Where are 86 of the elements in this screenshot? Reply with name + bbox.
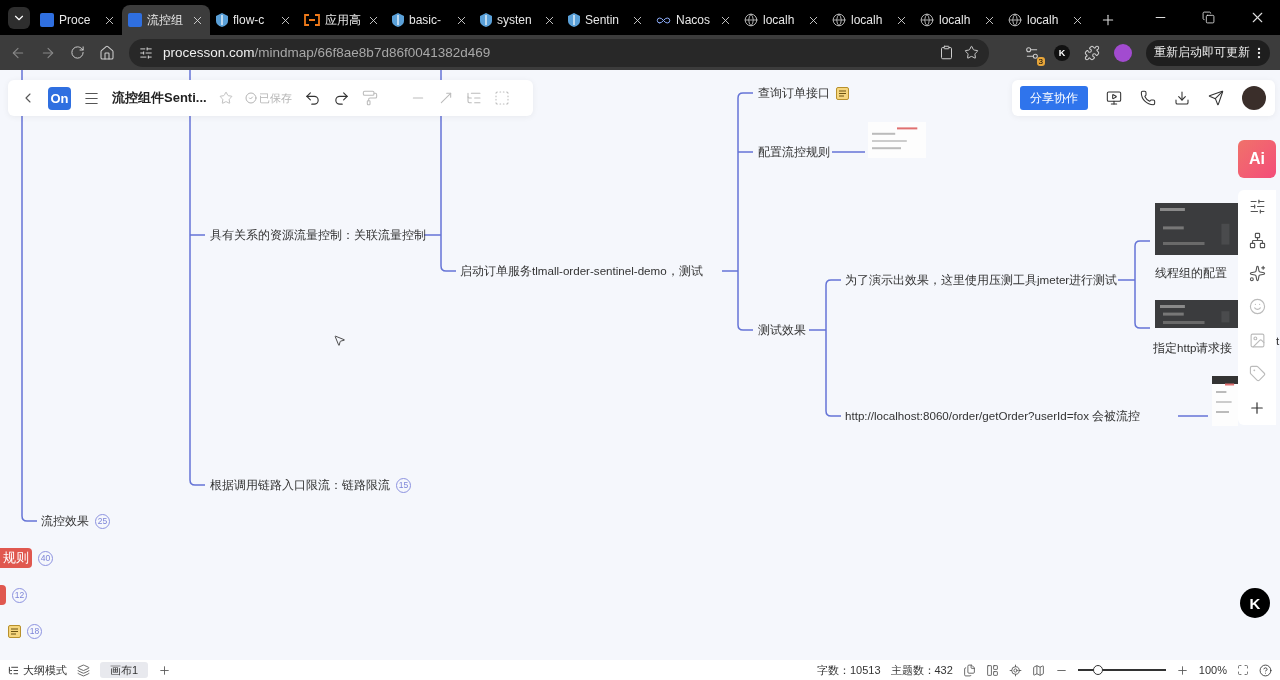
puzzle-icon[interactable]: [1084, 44, 1100, 61]
browser-tab[interactable]: Nacos: [650, 5, 738, 35]
topic-text[interactable]: 为了演示出效果，这里使用压测工具jmeter进行测试: [845, 272, 1118, 288]
app-logo[interactable]: On: [48, 86, 71, 110]
sparkles-icon[interactable]: [1248, 265, 1266, 283]
browser-tab[interactable]: systen: [474, 5, 562, 35]
browser-tab[interactable]: localh: [914, 5, 1002, 35]
tab-search-button[interactable]: [8, 7, 30, 29]
zoom-percent: 100%: [1198, 664, 1227, 676]
topic-text[interactable]: 测试效果: [758, 322, 806, 338]
star-icon[interactable]: [218, 91, 233, 105]
browser-tab[interactable]: 应用高: [298, 5, 386, 35]
topic-text[interactable]: 根据调用链路入口限流：链路限流: [210, 477, 390, 493]
browser-tab[interactable]: 流控组: [122, 5, 210, 35]
shield-icon: [568, 13, 580, 27]
browser-tab[interactable]: localh: [1002, 5, 1090, 35]
download-icon[interactable]: [1174, 90, 1190, 106]
restore-icon[interactable]: [1202, 11, 1215, 24]
browser-tab[interactable]: basic-: [386, 5, 474, 35]
topic-text[interactable]: 具有关系的资源流量控制：关联流量控制: [210, 227, 426, 243]
document-title[interactable]: 流控组件Senti...: [112, 89, 207, 107]
check-circle-icon: [244, 92, 257, 104]
browser-tab[interactable]: Proce: [34, 5, 122, 35]
topic-text[interactable]: 启动订单服务tlmall-order-sentinel-demo，测试: [460, 263, 703, 279]
phone-icon[interactable]: [1140, 90, 1156, 106]
topic-text[interactable]: t: [1276, 333, 1280, 347]
shield-icon: [216, 13, 228, 27]
zoom-in-icon[interactable]: [1175, 663, 1189, 677]
structure-icon[interactable]: [1248, 231, 1266, 249]
topic-count: 主题数：432: [890, 662, 953, 678]
layout-icon[interactable]: [985, 663, 999, 677]
tag-label[interactable]: 规则: [0, 548, 32, 568]
topic-text[interactable]: 指定http请求接: [1153, 340, 1233, 356]
cursor-icon: [333, 334, 346, 347]
add-canvas-icon[interactable]: [158, 663, 172, 677]
slider-icon[interactable]: [1248, 198, 1266, 216]
locate-icon[interactable]: [1008, 663, 1022, 677]
home-icon[interactable]: [99, 44, 115, 61]
outline-icon: [8, 664, 19, 676]
logo-icon: [128, 13, 142, 27]
globe-icon: [1008, 13, 1022, 27]
star-icon[interactable]: [964, 45, 979, 60]
browser-tab[interactable]: localh: [826, 5, 914, 35]
topic-text[interactable]: 查询订单接口: [758, 85, 830, 101]
reload-icon[interactable]: [70, 45, 85, 60]
layers-icon[interactable]: [77, 663, 90, 677]
outline-mode-button[interactable]: 大纲模式: [8, 662, 67, 678]
redo-icon[interactable]: [332, 89, 350, 107]
globe-icon: [744, 13, 758, 27]
undo-icon[interactable]: [303, 89, 321, 107]
globe-icon: [832, 13, 846, 27]
zoom-slider-thumb[interactable]: [1093, 665, 1104, 675]
update-button[interactable]: 重新启动即可更新: [1146, 39, 1270, 66]
note-icon[interactable]: [836, 86, 849, 100]
browser-tab[interactable]: Sentin: [562, 5, 650, 35]
new-tab-icon[interactable]: [1100, 12, 1116, 28]
help-icon[interactable]: [1259, 663, 1272, 677]
floating-logo-button[interactable]: K: [1240, 588, 1270, 618]
topic-text[interactable]: 配置流控规则: [758, 144, 830, 160]
fullscreen-icon[interactable]: [1237, 664, 1249, 676]
shield-icon: [480, 13, 492, 27]
extension-badge: 3: [1036, 56, 1045, 66]
topic-text[interactable]: http://localhost:8060/order/getOrder?userId=fox 会被流控: [845, 408, 1141, 424]
canvas-tab[interactable]: 画布1: [100, 662, 149, 678]
extension-button[interactable]: K: [1054, 44, 1070, 61]
clipboard-icon[interactable]: [939, 45, 954, 60]
topic-text[interactable]: 流控效果: [41, 513, 89, 529]
share-button[interactable]: 分享协作: [1020, 86, 1088, 110]
shield-icon: [392, 13, 404, 27]
site-info-icon[interactable]: [139, 45, 153, 60]
presentation-icon[interactable]: [1106, 90, 1122, 106]
topic-text[interactable]: 线程组的配置: [1155, 265, 1227, 281]
note-icon[interactable]: [8, 624, 21, 638]
logo-icon: [40, 13, 54, 27]
pages-icon[interactable]: [962, 663, 976, 677]
map-icon[interactable]: [1031, 663, 1045, 677]
browser-tab[interactable]: flow-c: [210, 5, 298, 35]
word-count: 字数：10513: [816, 662, 881, 678]
send-icon[interactable]: [1208, 90, 1224, 106]
user-avatar[interactable]: [1242, 86, 1266, 110]
address-field[interactable]: processon.com/mindmap/66f8ae8b7d86f0041382d469: [129, 38, 989, 67]
browser-tab[interactable]: localh: [738, 5, 826, 35]
save-status: 已保存: [244, 90, 292, 106]
globe-icon: [920, 13, 934, 27]
extension-icon[interactable]: [1024, 44, 1040, 61]
bracket-icon: [304, 14, 320, 26]
